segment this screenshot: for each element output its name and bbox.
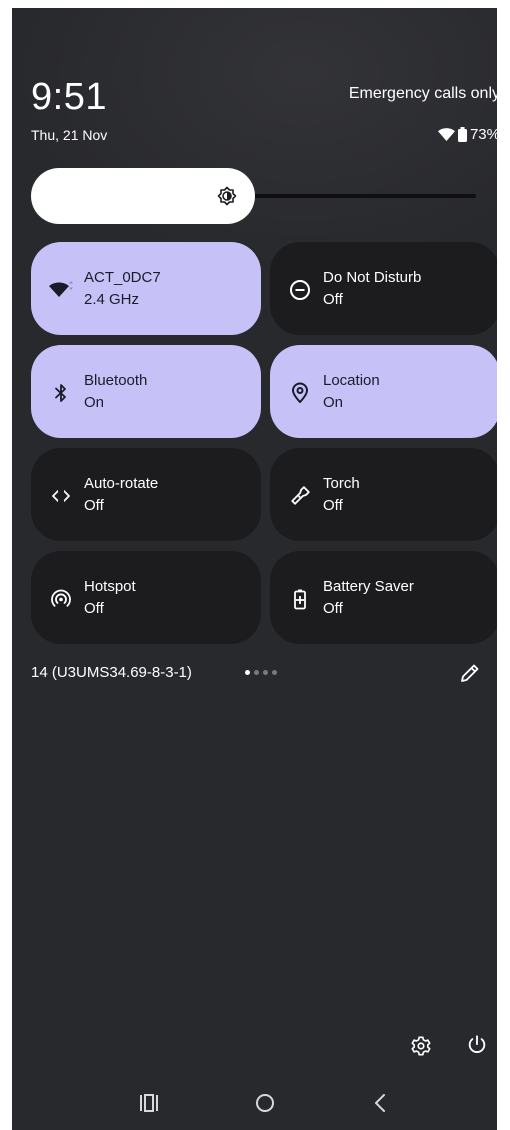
- wifi-signal-icon: [437, 128, 455, 141]
- tile-wifi[interactable]: ACT_0DC7 2.4 GHz: [31, 242, 261, 335]
- tile-state: Off: [323, 291, 343, 308]
- status-icons: 73%: [437, 126, 497, 143]
- brightness-icon: [217, 186, 237, 211]
- battery-saver-icon: [288, 587, 312, 611]
- hotspot-icon: [49, 587, 73, 611]
- tile-state: 2.4 GHz: [84, 291, 140, 308]
- clock[interactable]: 9:51: [31, 76, 107, 119]
- tile-state: Off: [84, 497, 104, 514]
- tile-label: Auto-rotate: [84, 475, 159, 492]
- power-icon[interactable]: [466, 1034, 488, 1061]
- auto-rotate-icon: [49, 484, 73, 508]
- navigation-bar: [12, 1080, 497, 1130]
- tile-state: On: [323, 394, 344, 411]
- build-number[interactable]: 14 (U3UMS34.69-8-3-1): [31, 664, 192, 681]
- brightness-track[interactable]: [231, 194, 476, 198]
- brightness-fill[interactable]: [31, 168, 255, 224]
- tile-label: Battery Saver: [323, 578, 414, 595]
- torch-icon: [288, 484, 312, 508]
- page-dot: [254, 670, 259, 675]
- tile-battery-saver[interactable]: Battery Saver Off: [270, 551, 497, 644]
- tile-auto-rotate[interactable]: Auto-rotate Off: [31, 448, 261, 541]
- gear-icon[interactable]: [410, 1035, 432, 1062]
- pencil-icon[interactable]: [459, 662, 481, 689]
- recents-icon[interactable]: [138, 1092, 160, 1119]
- tile-label: Torch: [323, 475, 360, 492]
- brightness-slider[interactable]: [31, 168, 476, 224]
- tile-state: Off: [323, 600, 343, 617]
- tile-label: Do Not Disturb: [323, 269, 422, 286]
- tile-state: On: [84, 394, 105, 411]
- page-indicator: [245, 670, 277, 675]
- location-icon: [288, 381, 312, 405]
- bluetooth-icon: [49, 381, 73, 405]
- page-dot-active: [245, 670, 250, 675]
- carrier-status: Emergency calls only: [348, 85, 497, 102]
- date[interactable]: Thu, 21 Nov: [31, 127, 107, 143]
- tile-label: Hotspot: [84, 578, 136, 595]
- tile-hotspot[interactable]: Hotspot Off: [31, 551, 261, 644]
- page-dot: [272, 670, 277, 675]
- battery-percent: 73%: [469, 126, 497, 143]
- wifi-icon: [49, 278, 73, 302]
- page-dot: [263, 670, 268, 675]
- tile-torch[interactable]: Torch Off: [270, 448, 497, 541]
- tile-bluetooth[interactable]: Bluetooth On: [31, 345, 261, 438]
- tile-location[interactable]: Location On: [270, 345, 497, 438]
- tile-do-not-disturb[interactable]: Do Not Disturb Off: [270, 242, 497, 335]
- back-icon[interactable]: [370, 1092, 392, 1119]
- tile-label: ACT_0DC7: [84, 269, 161, 286]
- home-icon[interactable]: [254, 1092, 276, 1119]
- tile-label: Bluetooth: [84, 372, 148, 389]
- do-not-disturb-icon: [288, 278, 312, 302]
- tile-label: Location: [323, 372, 380, 389]
- quick-settings-panel: 9:51 Emergency calls only Thu, 21 Nov 73…: [12, 8, 497, 1130]
- tile-state: Off: [84, 600, 104, 617]
- battery-icon: [457, 127, 467, 142]
- tile-state: Off: [323, 497, 343, 514]
